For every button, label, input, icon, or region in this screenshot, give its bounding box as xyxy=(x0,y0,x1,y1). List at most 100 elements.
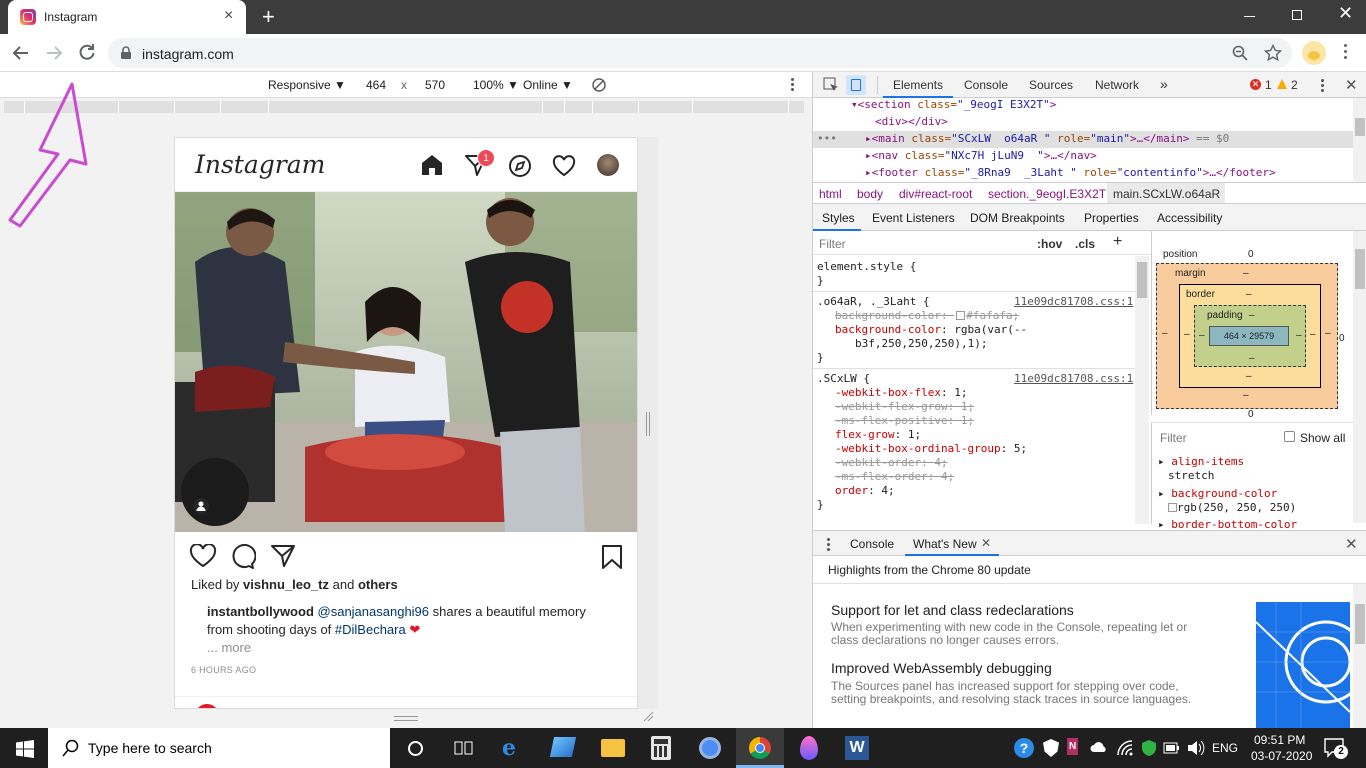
more-tabs-icon[interactable]: » xyxy=(1160,76,1168,92)
dom-line-section[interactable]: ▾<section class="_9eogI E3X2T"> xyxy=(851,98,1056,111)
close-window-icon[interactable]: ✕ xyxy=(1338,3,1353,24)
rule2-declaration[interactable]: -ms-flex-order: 4; xyxy=(835,470,954,483)
tab-console[interactable]: Console xyxy=(964,78,1008,92)
subtab-properties[interactable]: Properties xyxy=(1084,211,1139,225)
windows-start-icon[interactable] xyxy=(16,740,34,758)
computed-row-1[interactable]: ▸ align-items xyxy=(1158,455,1244,468)
rule1-line2[interactable]: background-color: rgba(var(-- xyxy=(835,323,1027,336)
address-bar[interactable]: instagram.com xyxy=(108,38,1292,68)
browser-tab[interactable]: Instagram × xyxy=(8,0,246,34)
rule2-declaration[interactable]: -ms-flex-positive: 1; xyxy=(835,414,974,427)
tagged-people-icon[interactable] xyxy=(193,498,209,514)
inspect-element-icon[interactable] xyxy=(823,77,839,93)
word-icon[interactable]: W xyxy=(845,736,869,760)
tab-network[interactable]: Network xyxy=(1095,78,1139,92)
throttling-dropdown[interactable]: Online ▼ xyxy=(523,78,573,92)
padding-box[interactable]: padding – – – – 464 × 29579 xyxy=(1194,305,1306,367)
dom-line-nav[interactable]: ▸<nav class="NXc7H jLuN9 ">…</nav> xyxy=(865,149,1097,162)
dom-line-div[interactable]: <div></div> xyxy=(875,115,948,128)
crumb-html[interactable]: html xyxy=(819,187,842,201)
chrome-menu-icon[interactable] xyxy=(1344,44,1348,62)
rule2-declaration[interactable]: order: 4; xyxy=(835,484,895,497)
dom-scrollbar[interactable] xyxy=(1353,98,1366,182)
edge-icon[interactable]: e xyxy=(502,736,526,760)
responsive-dropdown[interactable]: Responsive ▼ xyxy=(268,78,346,92)
warning-icon[interactable] xyxy=(1276,78,1288,90)
zoom-dropdown[interactable]: 100% ▼ xyxy=(473,78,519,92)
instagram-logo[interactable]: Instagram xyxy=(195,150,325,179)
media-query-ruler[interactable] xyxy=(0,99,812,115)
error-count[interactable]: 1 xyxy=(1265,78,1272,92)
whats-new-heading-2[interactable]: Improved WebAssembly debugging xyxy=(831,660,1052,676)
onenote-tray-icon[interactable]: N xyxy=(1067,738,1079,755)
resize-handle-right[interactable] xyxy=(646,412,650,436)
styles-filter-input[interactable]: Filter xyxy=(819,237,846,251)
subtab-styles[interactable]: Styles xyxy=(822,211,855,225)
task-view-icon[interactable] xyxy=(454,739,474,757)
cortana-icon[interactable] xyxy=(408,741,423,756)
hov-toggle[interactable]: :hov xyxy=(1037,237,1062,251)
dom-line-footer[interactable]: ▸<footer class="_8Rna9 _3Laht " role="co… xyxy=(865,166,1276,179)
whats-new-heading-1[interactable]: Support for let and class redeclarations xyxy=(831,602,1074,618)
minimize-icon[interactable] xyxy=(1244,16,1255,17)
border-box[interactable]: border – – – – padding – – – – 464 × 295… xyxy=(1179,284,1321,388)
help-icon[interactable]: ? xyxy=(1014,738,1034,758)
clock-time[interactable]: 09:51 PM xyxy=(1254,733,1305,747)
zoom-icon[interactable] xyxy=(1232,45,1248,61)
explore-icon[interactable] xyxy=(508,154,532,178)
width-input[interactable]: 464 xyxy=(366,78,386,92)
chromium-icon[interactable] xyxy=(699,737,721,759)
back-icon[interactable] xyxy=(12,44,30,62)
chrome-taskbar-active[interactable] xyxy=(736,728,784,768)
defender-shield-icon[interactable] xyxy=(1043,739,1059,757)
drawer-scrollbar[interactable] xyxy=(1353,584,1366,728)
bookmark-star-icon[interactable] xyxy=(1264,44,1282,62)
photos-app-icon[interactable] xyxy=(549,737,577,757)
paint-app-icon[interactable] xyxy=(800,736,818,760)
rule2-declaration[interactable]: -webkit-order: 4; xyxy=(835,456,948,469)
devtools-menu-icon[interactable] xyxy=(1321,79,1324,92)
rule2-declaration[interactable]: flex-grow: 1; xyxy=(835,428,921,441)
profile-avatar[interactable] xyxy=(1302,41,1326,65)
crumb-body[interactable]: body xyxy=(857,187,883,201)
show-all-checkbox[interactable] xyxy=(1284,431,1295,442)
rule2-declaration[interactable]: -webkit-flex-grow: 1; xyxy=(835,400,974,413)
battery-icon[interactable] xyxy=(1163,741,1181,755)
close-whats-new-icon[interactable]: ✕ xyxy=(981,536,991,550)
styles-scrollbar[interactable] xyxy=(1135,256,1149,524)
crumb-main[interactable]: main.SCxLW.o64aR xyxy=(1113,187,1220,201)
save-bookmark-icon[interactable] xyxy=(601,544,623,570)
liked-by-others-link[interactable]: others xyxy=(358,577,398,592)
subtab-accessibility[interactable]: Accessibility xyxy=(1157,211,1222,225)
error-icon[interactable]: ✕ xyxy=(1250,79,1261,90)
computed-row-2[interactable]: ▸ background-color xyxy=(1158,487,1277,500)
drawer-tab-whats-new[interactable]: What's New xyxy=(913,537,977,551)
devtools-close-icon[interactable]: ✕ xyxy=(1345,76,1358,94)
rule1-line3[interactable]: b3f,250,250,250),1); xyxy=(855,337,987,350)
computed-filter-input[interactable]: Filter xyxy=(1160,431,1187,445)
rule2-declaration[interactable]: -webkit-box-ordinal-group: 5; xyxy=(835,442,1027,455)
language-indicator[interactable]: ENG xyxy=(1212,741,1238,755)
wifi-icon[interactable] xyxy=(1116,739,1134,757)
subtab-event-listeners[interactable]: Event Listeners xyxy=(872,211,955,225)
element-style-rule[interactable]: element.style { xyxy=(817,260,916,273)
rule1-source-link[interactable]: 11e09dc81708.css:1 xyxy=(1014,295,1133,308)
device-more-icon[interactable] xyxy=(791,78,794,91)
caption-mention-link[interactable]: @sanjanasanghi96 xyxy=(318,604,430,619)
rule2-declaration[interactable]: -webkit-box-flex: 1; xyxy=(835,386,967,399)
onedrive-cloud-icon[interactable] xyxy=(1090,741,1108,753)
new-style-rule-button[interactable]: + xyxy=(1113,233,1122,251)
forward-icon[interactable] xyxy=(45,44,63,62)
reload-icon[interactable] xyxy=(78,43,96,61)
clock-date[interactable]: 03-07-2020 xyxy=(1251,749,1312,763)
rule2-selector[interactable]: .SCxLW { xyxy=(817,372,870,385)
drawer-menu-icon[interactable] xyxy=(827,538,830,551)
taskbar-search-box[interactable]: Type here to search xyxy=(48,728,390,768)
content-box[interactable]: 464 × 29579 xyxy=(1209,326,1289,346)
margin-box[interactable]: margin – – – – border – – – – padding – … xyxy=(1156,263,1338,409)
rotate-icon[interactable] xyxy=(591,77,607,93)
tab-elements[interactable]: Elements xyxy=(893,78,943,92)
cls-toggle[interactable]: .cls xyxy=(1075,237,1095,251)
file-explorer-icon[interactable] xyxy=(601,739,625,757)
activity-heart-icon[interactable] xyxy=(552,155,576,177)
